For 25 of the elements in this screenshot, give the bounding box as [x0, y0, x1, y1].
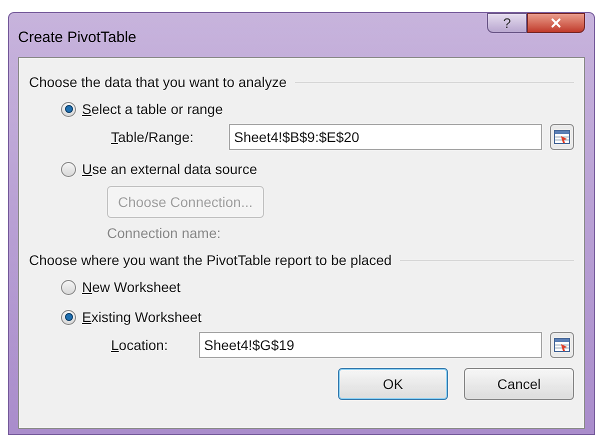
section-heading: Choose where you want the PivotTable report to be placed	[29, 250, 392, 270]
range-select-button[interactable]	[550, 124, 574, 150]
radio-button[interactable]	[61, 162, 76, 176]
dialog-button[interactable]: OK	[338, 368, 448, 400]
connection-name-label: Connection name:	[106, 224, 222, 242]
radio-button[interactable]	[61, 310, 76, 324]
close-button[interactable]	[527, 13, 585, 33]
field-label: Table/Range:	[111, 128, 195, 147]
range-select-icon	[554, 338, 570, 352]
radio-button[interactable]	[61, 102, 76, 116]
input-field[interactable]: Sheet4!$B$9:$E$20	[229, 124, 542, 150]
section-heading: Choose the data that you want to analyze	[29, 72, 287, 92]
radio-button[interactable]	[61, 280, 76, 294]
radio-label[interactable]: Use an external data source	[82, 158, 258, 180]
radio-label[interactable]: Select a table or range	[82, 98, 223, 120]
radio-label[interactable]: New Worksheet	[82, 276, 181, 298]
window-title: Create PivotTable	[18, 28, 136, 48]
close-icon	[549, 16, 563, 30]
field-label: Location:	[111, 336, 169, 354]
range-select-button[interactable]	[550, 332, 574, 358]
input-field[interactable]: Sheet4!$G$19	[199, 332, 542, 358]
help-button[interactable]: ?	[487, 13, 527, 33]
range-select-icon	[554, 130, 570, 144]
radio-label[interactable]: Existing Worksheet	[82, 306, 202, 328]
dialog-button[interactable]: Cancel	[464, 368, 574, 400]
